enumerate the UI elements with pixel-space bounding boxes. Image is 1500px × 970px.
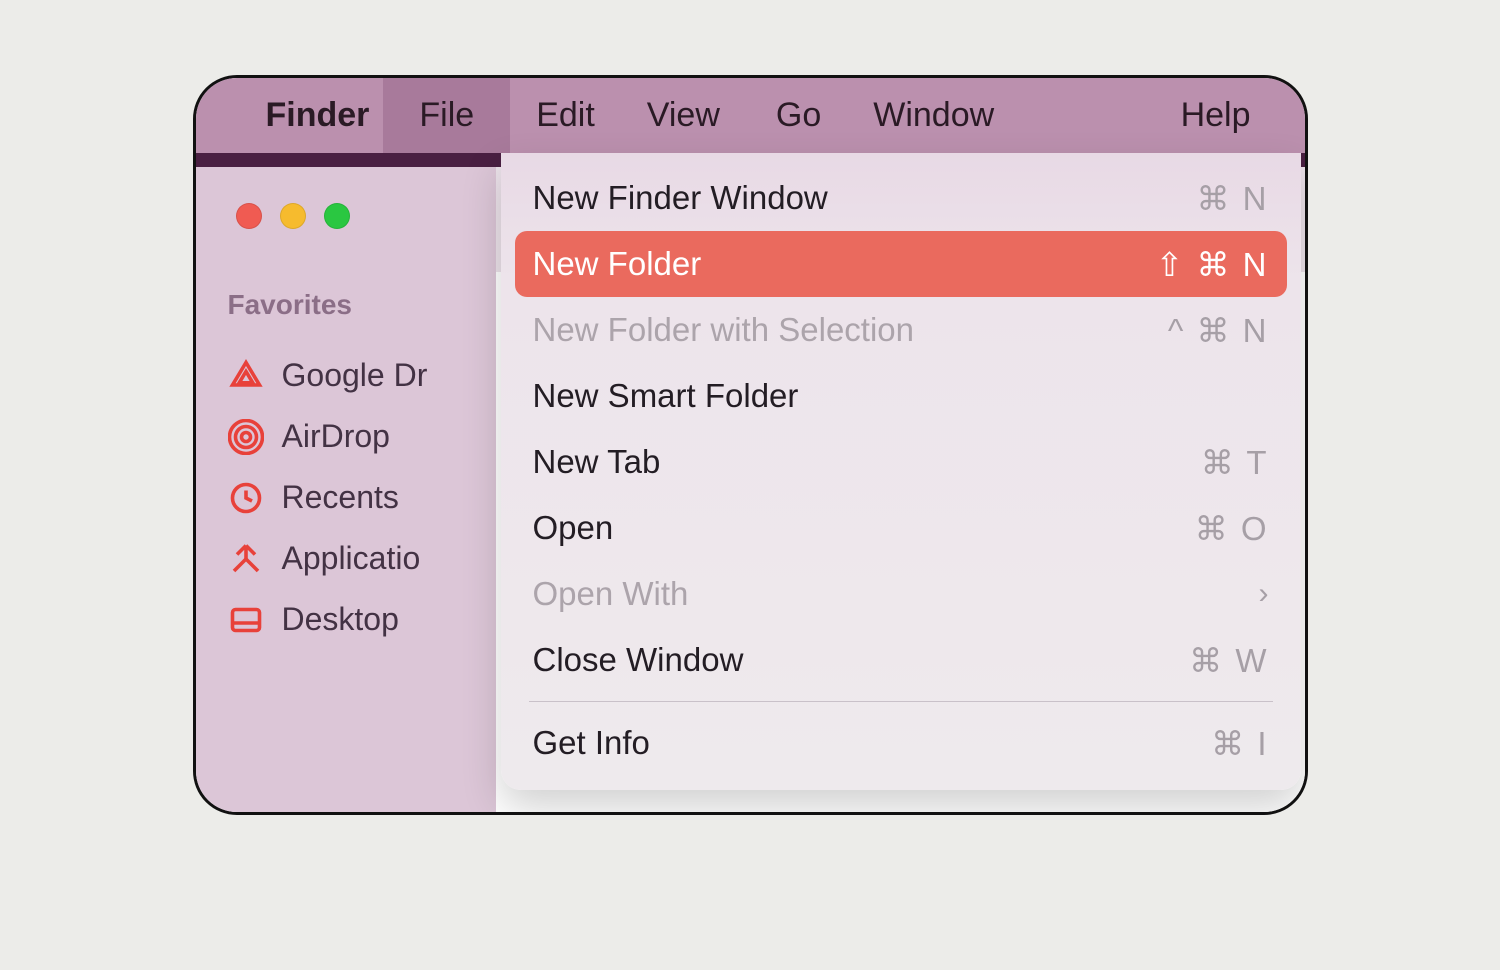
menu-file[interactable]: File — [383, 78, 510, 153]
menu-item-get-info[interactable]: Get Info ⌘ I — [515, 710, 1287, 776]
sidebar-item-google-drive[interactable]: Google Dr — [196, 345, 496, 406]
menu-item-shortcut: ⌘ I — [1211, 724, 1268, 763]
sidebar: Favorites Google Dr AirDrop Recents — [196, 167, 496, 812]
menu-separator — [529, 701, 1273, 702]
menu-item-label: New Smart Folder — [533, 377, 799, 415]
menu-item-shortcut: ^ ⌘ N — [1168, 311, 1269, 350]
menu-item-shortcut: ⌘ O — [1195, 509, 1269, 548]
airdrop-icon — [228, 419, 264, 455]
applications-icon — [228, 541, 264, 577]
menu-item-close-window[interactable]: Close Window ⌘ W — [515, 627, 1287, 693]
menu-item-shortcut: ⇧ ⌘ N — [1156, 245, 1269, 284]
menu-edit[interactable]: Edit — [510, 78, 621, 153]
menu-item-label: New Tab — [533, 443, 661, 481]
fullscreen-icon[interactable] — [324, 203, 350, 229]
menu-item-shortcut: ⌘ T — [1201, 443, 1269, 482]
menu-item-label: New Folder with Selection — [533, 311, 915, 349]
screenshot-frame: Finder File Edit View Go Window Help Fav… — [193, 75, 1308, 815]
recents-icon — [228, 480, 264, 516]
menu-item-label: Open With — [533, 575, 689, 613]
file-menu-dropdown: New Finder Window ⌘ N New Folder ⇧ ⌘ N N… — [501, 153, 1301, 790]
menu-window[interactable]: Window — [847, 78, 1020, 153]
sidebar-heading: Favorites — [196, 289, 496, 321]
sidebar-item-label: Applicatio — [282, 540, 421, 577]
menu-item-label: Get Info — [533, 724, 650, 762]
menu-item-open[interactable]: Open ⌘ O — [515, 495, 1287, 561]
close-icon[interactable] — [236, 203, 262, 229]
menu-view[interactable]: View — [621, 78, 746, 153]
sidebar-item-recents[interactable]: Recents — [196, 467, 496, 528]
menu-item-open-with: Open With › — [515, 561, 1287, 627]
menu-item-label: Close Window — [533, 641, 744, 679]
menu-item-new-tab[interactable]: New Tab ⌘ T — [515, 429, 1287, 495]
sidebar-item-label: Desktop — [282, 601, 399, 638]
sidebar-item-desktop[interactable]: Desktop — [196, 589, 496, 650]
sidebar-item-label: Google Dr — [282, 357, 428, 394]
menu-item-new-folder[interactable]: New Folder ⇧ ⌘ N — [515, 231, 1287, 297]
app-name[interactable]: Finder — [266, 96, 370, 135]
menu-item-new-smart-folder[interactable]: New Smart Folder — [515, 363, 1287, 429]
sidebar-item-label: AirDrop — [282, 418, 390, 455]
sidebar-item-airdrop[interactable]: AirDrop — [196, 406, 496, 467]
menu-item-label: New Folder — [533, 245, 702, 283]
minimize-icon[interactable] — [280, 203, 306, 229]
chevron-right-icon: › — [1259, 577, 1269, 611]
desktop-icon — [228, 602, 264, 638]
sidebar-item-label: Recents — [282, 479, 399, 516]
menu-go[interactable]: Go — [750, 78, 847, 153]
google-drive-icon — [228, 358, 264, 394]
menu-item-shortcut: ⌘ W — [1189, 641, 1268, 680]
menu-item-label: Open — [533, 509, 614, 547]
menu-item-shortcut: ⌘ N — [1197, 179, 1269, 218]
menu-item-new-folder-selection: New Folder with Selection ^ ⌘ N — [515, 297, 1287, 363]
window-controls — [196, 203, 496, 229]
menu-item-label: New Finder Window — [533, 179, 828, 217]
menu-help[interactable]: Help — [1155, 78, 1277, 153]
menubar: Finder File Edit View Go Window Help — [196, 78, 1305, 153]
sidebar-item-applications[interactable]: Applicatio — [196, 528, 496, 589]
menu-item-new-finder-window[interactable]: New Finder Window ⌘ N — [515, 165, 1287, 231]
